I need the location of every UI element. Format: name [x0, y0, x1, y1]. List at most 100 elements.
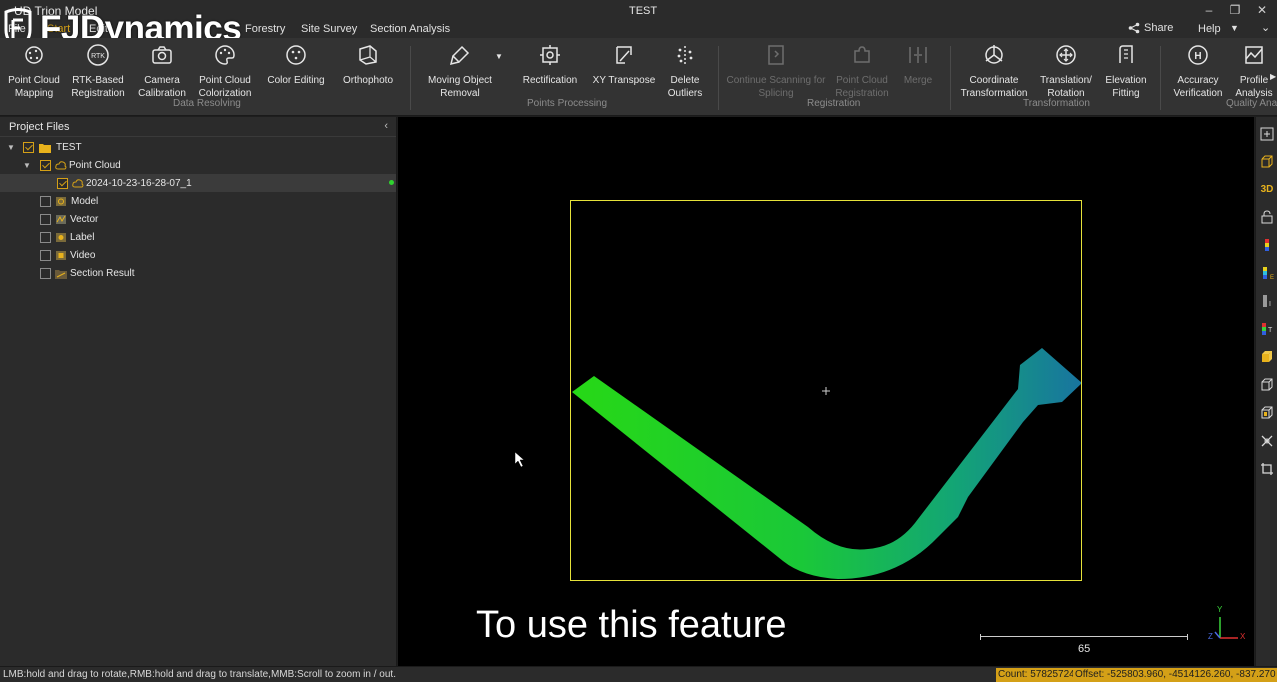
color-by-time-button[interactable]: T — [1259, 321, 1275, 337]
tree-checkbox[interactable] — [40, 195, 51, 207]
tool-label: Coordinate Transformation — [960, 75, 1028, 99]
tree-item-vector[interactable]: Vector — [0, 210, 396, 228]
accuracy-verification-button[interactable]: H Accuracy Verification — [1170, 42, 1226, 100]
expand-arrow-icon[interactable]: ▼ — [7, 143, 15, 152]
delete-outliers-button[interactable]: Delete Outliers — [662, 42, 708, 100]
mouse-hint-text: LMB:hold and drag to rotate,RMB:hold and… — [3, 669, 396, 680]
profile-icon — [1245, 46, 1263, 64]
side-view-button[interactable] — [1259, 405, 1275, 421]
ribbon-scroll-right-icon[interactable]: ▶ — [1270, 72, 1276, 81]
tree-item-model[interactable]: Model — [0, 192, 396, 210]
help-menu[interactable]: Help — [1198, 23, 1221, 35]
loaded-status-dot — [389, 180, 394, 185]
rectification-button[interactable]: Rectification — [520, 42, 580, 87]
orthophoto-button[interactable]: Orthophoto — [338, 42, 398, 87]
menu-start[interactable]: Start — [47, 23, 70, 35]
rtk-registration-button[interactable]: RTK RTK-Based Registration — [70, 42, 126, 100]
group-label-data-resolving: Data Resolving — [173, 98, 241, 109]
camera-calibration-button[interactable]: Camera Calibration — [134, 42, 190, 100]
group-label-transformation: Transformation — [1023, 98, 1090, 109]
menu-bar: File Start Edit Forestry Site Survey Sec… — [0, 20, 1277, 38]
tree-checkbox[interactable] — [40, 267, 51, 279]
profile-analysis-button[interactable]: Profile Analysis — [1232, 42, 1276, 100]
tree-label: Model — [71, 195, 99, 207]
tool-label: Delete Outliers — [667, 75, 703, 99]
coordinate-icon — [985, 45, 1003, 64]
rtk-icon: RTK — [87, 44, 109, 66]
point-cloud-registration-button[interactable]: Point Cloud Registration — [834, 42, 890, 100]
dropdown-arrow-icon[interactable]: ▼ — [495, 52, 503, 61]
tree-checkbox[interactable] — [40, 213, 51, 225]
offset-badge: Offset: -525803.960, -4514126.260, -837.… — [1073, 668, 1277, 682]
color-by-elevation-e-button[interactable]: E — [1259, 265, 1275, 281]
tree-checkbox[interactable] — [23, 141, 34, 153]
cube-view-button[interactable] — [1259, 154, 1275, 170]
point-cloud-colorization-button[interactable]: Point Cloud Colorization — [196, 42, 254, 100]
tree-checkbox[interactable] — [40, 159, 51, 171]
move-icon — [1056, 45, 1076, 65]
tool-label: Translation/ Rotation — [1040, 75, 1092, 99]
menu-forestry[interactable]: Forestry — [245, 23, 285, 35]
puzzle-icon — [854, 46, 870, 63]
color-editing-button[interactable]: Color Editing — [264, 42, 328, 87]
coordinate-transformation-button[interactable]: Coordinate Transformation — [958, 42, 1030, 100]
color-by-elevation-button[interactable] — [1259, 237, 1275, 253]
tree-checkbox[interactable] — [40, 231, 51, 243]
brush-icon — [449, 45, 470, 66]
close-icon[interactable]: ✕ — [1249, 2, 1275, 18]
fit-view-button[interactable] — [1259, 126, 1275, 142]
app-title: UD Trion Model — [14, 4, 98, 18]
tree-checkbox[interactable] — [57, 177, 68, 189]
tree-item-dataset[interactable]: 2024-10-23-16-28-07_1 — [0, 174, 396, 192]
color-bar-icon — [1265, 239, 1269, 251]
tree-checkbox[interactable] — [40, 249, 51, 261]
palette-icon — [215, 45, 235, 65]
restore-icon[interactable]: ❐ — [1222, 2, 1248, 18]
rgb-color-button[interactable] — [1259, 349, 1275, 365]
continue-scanning-button[interactable]: Continue Scanning for Splicing — [726, 42, 826, 100]
tree-item-label[interactable]: Label — [0, 228, 396, 246]
mouse-cursor-icon — [514, 451, 525, 468]
view-3d-button[interactable]: 3D — [1259, 181, 1275, 197]
tree-item-point-cloud[interactable]: ▼ Point Cloud — [0, 156, 396, 174]
tree-label: TEST — [56, 141, 82, 153]
elevation-fitting-button[interactable]: Elevation Fitting — [1102, 42, 1150, 100]
intensity-icon: I — [1263, 295, 1271, 308]
point-cloud-mapping-button[interactable]: Point Cloud Mapping — [6, 42, 62, 100]
menu-section-analysis[interactable]: Section Analysis — [370, 23, 450, 35]
collapse-ribbon-icon[interactable]: ⌄ — [1261, 21, 1270, 34]
translation-rotation-button[interactable]: Translation/ Rotation — [1036, 42, 1096, 100]
menu-site-survey[interactable]: Site Survey — [301, 23, 357, 35]
tree-label: Vector — [70, 213, 99, 225]
xy-transpose-button[interactable]: XY Transpose — [592, 42, 656, 87]
tree-label: Label — [70, 231, 95, 243]
merge-button[interactable]: Merge — [900, 42, 936, 87]
collapse-panel-icon[interactable]: ‹ — [384, 120, 388, 132]
crop-tool-button[interactable] — [1259, 461, 1275, 477]
expand-arrow-icon[interactable]: ▼ — [23, 161, 31, 170]
front-view-button[interactable] — [1259, 377, 1275, 393]
share-button[interactable]: Share — [1128, 22, 1173, 34]
video-caption: To use this feature — [476, 604, 787, 646]
color-edit-icon — [286, 45, 306, 65]
menu-edit[interactable]: Edit — [89, 23, 108, 35]
orthophoto-icon — [359, 45, 377, 65]
tree-item-section-result[interactable]: Section Result — [0, 264, 396, 282]
lock-button[interactable] — [1259, 209, 1275, 225]
moving-object-removal-button[interactable]: Moving Object Removal — [426, 42, 494, 100]
view-toolbar: 3D E I T — [1255, 117, 1277, 666]
side-view-icon — [1261, 406, 1273, 419]
tree-item-video[interactable]: Video — [0, 246, 396, 264]
3d-viewport[interactable]: To use this feature 65 Y X Z — [398, 117, 1254, 666]
minimize-icon[interactable]: – — [1196, 2, 1222, 18]
cube-icon — [1261, 155, 1273, 168]
help-dropdown-icon[interactable]: ▼ — [1230, 23, 1239, 33]
front-view-icon — [1261, 378, 1273, 391]
group-label-registration: Registration — [807, 98, 861, 109]
measure-tool-button[interactable] — [1259, 433, 1275, 449]
tool-label: Point Cloud Colorization — [198, 75, 252, 99]
tree-item-test[interactable]: ▼ TEST — [0, 138, 396, 156]
color-by-intensity-button[interactable]: I — [1259, 293, 1275, 309]
title-bar: UD Trion Model TEST – ❐ ✕ — [0, 0, 1277, 20]
menu-file[interactable]: File — [8, 23, 26, 35]
